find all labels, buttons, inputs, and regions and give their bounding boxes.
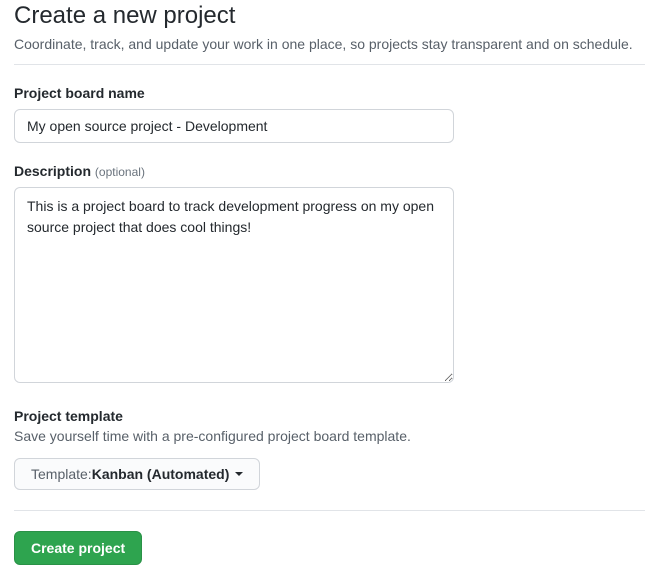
template-dropdown[interactable]: Template: Kanban (Automated) — [14, 458, 260, 490]
optional-tag: (optional) — [95, 165, 145, 179]
board-name-label: Project board name — [14, 85, 645, 101]
create-project-button[interactable]: Create project — [14, 531, 142, 565]
divider — [14, 510, 645, 511]
description-label-text: Description — [14, 163, 91, 179]
page-subtitle: Coordinate, track, and update your work … — [14, 36, 645, 65]
template-prefix: Template: — [31, 464, 92, 484]
template-section-title: Project template — [14, 408, 645, 424]
description-textarea[interactable]: This is a project board to track develop… — [14, 187, 454, 383]
template-selected-value: Kanban (Automated) — [92, 464, 230, 484]
template-section-desc: Save yourself time with a pre-configured… — [14, 428, 645, 444]
description-label: Description (optional) — [14, 163, 645, 179]
board-name-input[interactable] — [14, 109, 454, 143]
chevron-down-icon — [235, 472, 243, 476]
page-title: Create a new project — [14, 2, 645, 30]
